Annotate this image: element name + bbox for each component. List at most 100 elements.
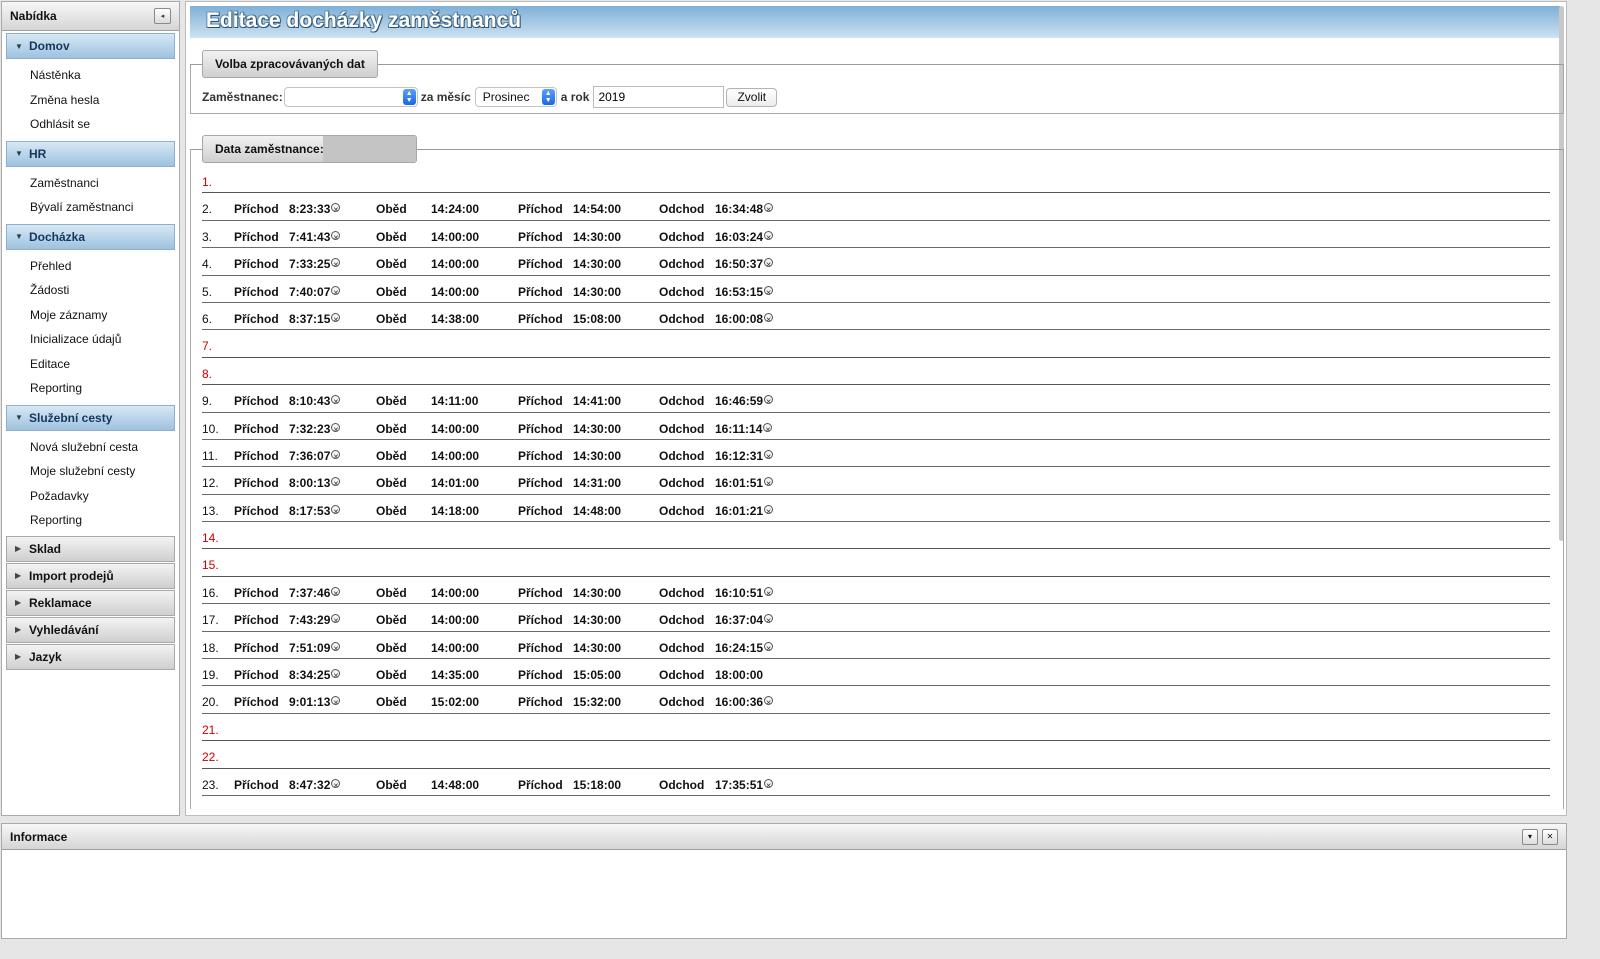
delete-icon[interactable]: ✕: [764, 477, 774, 488]
departure-label: Odchod: [659, 668, 705, 683]
delete-icon[interactable]: ✕: [764, 203, 774, 214]
sidebar-section-header[interactable]: ▼ Domov: [6, 33, 175, 59]
departure-time: 16:01:51 ✕: [715, 476, 774, 490]
return-label: Příchod: [518, 585, 563, 600]
sidebar-section-header[interactable]: ▶ Import prodejů: [6, 562, 175, 589]
departure-time: 16:00:08 ✕: [715, 312, 774, 326]
sidebar-item[interactable]: Žádosti: [2, 278, 179, 303]
departure-label: Odchod: [659, 311, 705, 326]
departure-label: Odchod: [659, 503, 705, 518]
sidebar-item[interactable]: Zaměstnanci: [2, 171, 179, 196]
delete-icon[interactable]: ✕: [764, 641, 774, 653]
lunch-time: 14:18:00: [431, 503, 480, 518]
sidebar-item[interactable]: Reporting: [2, 376, 179, 401]
sidebar-item[interactable]: Odhlásit se: [2, 112, 179, 137]
delete-icon[interactable]: ✕: [764, 614, 774, 625]
return-time: 14:54:00: [573, 202, 622, 217]
delete-icon[interactable]: ✕: [331, 614, 341, 625]
sidebar-item[interactable]: Přehled: [2, 254, 179, 279]
departure-time: 16:24:15 ✕: [715, 641, 774, 655]
year-input[interactable]: [593, 86, 725, 108]
sidebar-section-header[interactable]: ▶ Vyhledávání: [6, 616, 175, 643]
arrival-time-value: 9:01:13: [289, 695, 331, 710]
triangle-right-icon: ▶: [15, 652, 22, 661]
sidebar-section-header[interactable]: ▶ Reklamace: [6, 589, 175, 616]
delete-icon[interactable]: ✕: [331, 422, 341, 434]
day-number: 5.: [202, 284, 213, 299]
collapse-left-icon[interactable]: ◂: [154, 8, 171, 24]
lunch-label: Oběd: [376, 668, 407, 683]
sidebar-section-header[interactable]: ▶ Jazyk: [6, 643, 175, 670]
delete-icon[interactable]: ✕: [764, 395, 774, 406]
day-number: 6.: [202, 311, 213, 326]
lunch-label: Oběd: [376, 229, 407, 244]
sidebar-section-header[interactable]: ▶ Sklad: [6, 535, 175, 562]
triangle-down-icon: ▼: [15, 41, 23, 51]
delete-icon[interactable]: ✕: [331, 586, 341, 598]
return-time: 14:30:00: [573, 640, 622, 655]
sidebar-item[interactable]: Moje služební cesty: [2, 459, 179, 484]
departure-label: Odchod: [659, 284, 705, 299]
delete-icon[interactable]: ✕: [331, 230, 341, 242]
arrival-time: 9:01:13 ✕: [289, 695, 341, 710]
sidebar-section-header[interactable]: ▼ Služební cesty: [6, 404, 175, 431]
delete-icon[interactable]: ✕: [331, 395, 341, 406]
sidebar-item[interactable]: Moje záznamy: [2, 303, 179, 328]
month-select[interactable]: Prosinec ▲ ▼: [474, 87, 557, 107]
return-label: Příchod: [518, 695, 563, 710]
delete-icon[interactable]: ✕: [764, 285, 774, 297]
delete-icon[interactable]: ✕: [331, 477, 341, 488]
day-number: 10.: [202, 421, 219, 436]
delete-icon[interactable]: ✕: [764, 504, 774, 516]
employee-select[interactable]: ▲ ▼: [283, 87, 418, 107]
sidebar-item[interactable]: Nová služební cesta: [2, 435, 179, 460]
attendance-row: 7.: [202, 330, 1550, 358]
attendance-row: 8.: [202, 358, 1550, 386]
triangle-right-icon: ▶: [15, 571, 22, 580]
delete-icon[interactable]: ✕: [764, 449, 774, 461]
sidebar-item[interactable]: Editace: [2, 352, 179, 377]
delete-icon[interactable]: ✕: [331, 312, 341, 324]
delete-icon[interactable]: ✕: [763, 422, 773, 434]
departure-time: 16:03:24 ✕: [715, 230, 774, 244]
delete-icon[interactable]: ✕: [764, 312, 774, 324]
attendance-row: 20. Příchod 9:01:13 ✕ Oběd 15:02:00 Příchod 15:…: [202, 686, 1550, 714]
departure-time-value: 16:37:04: [715, 613, 764, 628]
delete-icon[interactable]: ✕: [764, 696, 774, 707]
delete-icon[interactable]: ✕: [764, 586, 774, 598]
return-time: 14:30:00: [573, 421, 622, 436]
delete-icon[interactable]: ✕: [331, 778, 341, 790]
return-label: Příchod: [518, 229, 563, 244]
delete-icon[interactable]: ✕: [764, 230, 774, 242]
return-label: Příchod: [518, 668, 563, 683]
sidebar-item[interactable]: Bývalí zaměstnanci: [2, 195, 179, 220]
departure-time-value: 16:34:48: [715, 202, 764, 217]
lunch-label: Oběd: [376, 640, 407, 655]
sidebar-section-header[interactable]: ▼ Docházka: [6, 223, 175, 250]
delete-icon[interactable]: ✕: [331, 641, 341, 653]
employee-name-placeholder: [323, 136, 416, 162]
delete-icon[interactable]: ✕: [331, 285, 341, 297]
delete-icon[interactable]: ✕: [764, 778, 774, 790]
lunch-label: Oběd: [376, 476, 407, 491]
sidebar-item[interactable]: Změna hesla: [2, 88, 179, 113]
triangle-right-icon: ▶: [15, 598, 22, 607]
delete-icon[interactable]: ✕: [331, 696, 341, 707]
departure-label: Odchod: [659, 229, 705, 244]
delete-icon[interactable]: ✕: [764, 258, 774, 269]
submit-button[interactable]: Zvolit: [726, 87, 778, 107]
delete-icon[interactable]: ✕: [331, 258, 341, 269]
sidebar-item[interactable]: Reporting: [2, 508, 179, 533]
chevron-down-icon[interactable]: ▾: [1522, 828, 1538, 845]
delete-icon[interactable]: ✕: [331, 203, 341, 214]
day-number: 16.: [202, 585, 219, 600]
sidebar-item[interactable]: Inicializace údajů: [2, 327, 179, 352]
sidebar-item[interactable]: Požadavky: [2, 484, 179, 509]
delete-icon[interactable]: ✕: [331, 449, 341, 461]
sidebar-item[interactable]: Nástěnka: [2, 63, 179, 88]
delete-icon[interactable]: ✕: [331, 504, 341, 516]
close-icon[interactable]: ✕: [1542, 828, 1558, 845]
attendance-row: 19. Příchod 8:34:25 ✕ Oběd 14:35:00 Příchod 15:…: [202, 659, 1550, 687]
delete-icon[interactable]: ✕: [331, 669, 341, 680]
sidebar-section-header[interactable]: ▼ HR: [6, 140, 175, 167]
